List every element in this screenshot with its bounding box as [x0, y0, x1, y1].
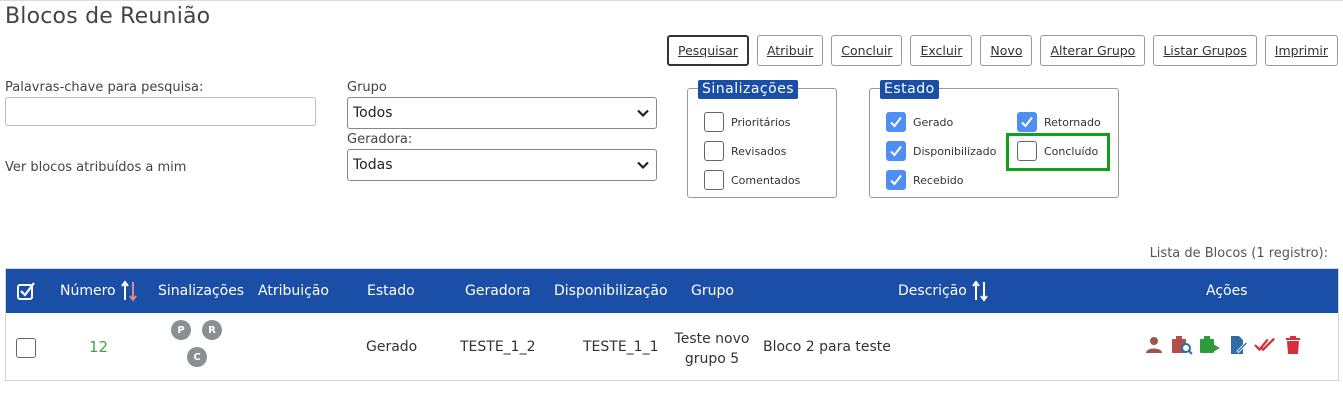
status-disponibilizado-label: Disponibilizado — [913, 144, 997, 158]
row-checkbox[interactable] — [16, 338, 36, 358]
status-retornado[interactable]: Retornado — [1017, 112, 1101, 132]
check-icon — [890, 174, 902, 186]
header-actions: Ações — [1206, 283, 1248, 299]
row-group: Teste novo grupo 5 — [674, 331, 750, 367]
checkbox-checked[interactable] — [886, 112, 906, 132]
row-status: Gerado — [366, 339, 418, 355]
select-all-icon — [17, 282, 35, 300]
sign-block-icon[interactable] — [1199, 334, 1221, 356]
toolbar: Pesquisar Atribuir Concluir Excluir Novo… — [667, 35, 1338, 66]
group-label: Grupo — [347, 80, 387, 95]
conclude-button[interactable]: Concluir — [831, 35, 903, 66]
top-divider — [0, 0, 1343, 1]
generator-select-value: Todas — [353, 157, 393, 173]
status-recebido-label: Recebido — [913, 173, 964, 187]
generator-label: Geradora: — [347, 132, 413, 147]
flag-badge-p[interactable]: P — [171, 320, 191, 340]
row-number-link[interactable]: 12 — [89, 338, 108, 356]
status-gerado[interactable]: Gerado — [886, 112, 953, 132]
checkbox-checked[interactable] — [886, 141, 906, 161]
delete-button[interactable]: Excluir — [910, 35, 973, 66]
change-group-button[interactable]: Alterar Grupo — [1040, 35, 1146, 66]
check-icon — [890, 145, 902, 157]
flag-prioritarios[interactable]: Prioritários — [704, 112, 790, 132]
group-select-value: Todos — [353, 105, 393, 121]
list-groups-button[interactable]: Listar Grupos — [1153, 35, 1257, 66]
row-availability: TESTE_1_1 — [583, 339, 659, 355]
status-recebido[interactable]: Recebido — [886, 170, 963, 190]
new-button[interactable]: Novo — [980, 35, 1033, 66]
status-retornado-label: Retornado — [1044, 115, 1101, 129]
conclude-check-icon[interactable] — [1254, 334, 1276, 356]
flag-revisados[interactable]: Revisados — [704, 141, 786, 161]
checkbox-checked[interactable] — [1017, 112, 1037, 132]
row-generator: TESTE_1_2 — [460, 339, 536, 355]
header-number-label: Número — [60, 283, 116, 299]
status-disponibilizado[interactable]: Disponibilizado — [886, 141, 996, 161]
checkbox[interactable] — [704, 141, 724, 161]
group-select[interactable]: Todos — [347, 97, 657, 129]
checkbox-checked[interactable] — [886, 170, 906, 190]
chevron-down-icon — [637, 161, 649, 170]
flag-badge-r[interactable]: R — [202, 320, 222, 340]
sort-icon — [120, 280, 137, 302]
assign-user-icon[interactable] — [1143, 334, 1165, 356]
header-group: Grupo — [691, 283, 734, 299]
header-assignment: Atribuição — [258, 283, 329, 299]
sort-icon — [972, 280, 988, 302]
header-generator: Geradora — [465, 283, 531, 299]
list-caption: Lista de Blocos (1 registro): — [1149, 246, 1328, 261]
header-flags: Sinalizações — [158, 283, 245, 299]
table-header: Número Sinalizações Atribuição Estado Ge… — [6, 269, 1338, 313]
blocks-table: Número Sinalizações Atribuição Estado Ge… — [5, 268, 1339, 381]
flags-fieldset: Sinalizações Prioritários Revisados Come… — [687, 80, 837, 198]
header-description[interactable]: Descrição — [898, 269, 989, 313]
header-description-label: Descrição — [898, 283, 967, 299]
chevron-down-icon — [637, 109, 649, 118]
keywords-label: Palavras-chave para pesquisa: — [5, 80, 204, 95]
print-button[interactable]: Imprimir — [1264, 35, 1338, 66]
flag-prioritarios-label: Prioritários — [731, 115, 791, 129]
checkbox[interactable] — [704, 170, 724, 190]
check-icon — [1021, 116, 1033, 128]
edit-document-icon[interactable] — [1227, 334, 1249, 356]
select-all-checkbox[interactable] — [16, 269, 36, 313]
flag-revisados-label: Revisados — [731, 144, 787, 158]
header-status: Estado — [367, 283, 415, 299]
assigned-to-me-link[interactable]: Ver blocos atribuídos a mim — [5, 160, 186, 175]
status-gerado-label: Gerado — [913, 115, 954, 129]
flags-legend: Sinalizações — [698, 80, 799, 99]
flag-comentados-label: Comentados — [731, 173, 801, 187]
flag-badge-c[interactable]: C — [187, 347, 207, 367]
view-documents-icon[interactable] — [1171, 334, 1193, 356]
checkbox[interactable] — [704, 112, 724, 132]
keywords-input[interactable] — [5, 97, 316, 126]
status-legend: Estado — [880, 80, 939, 99]
header-availability: Disponibilização — [554, 283, 668, 299]
header-number[interactable]: Número — [60, 269, 138, 313]
trash-icon[interactable] — [1282, 334, 1304, 356]
highlight-box — [1006, 133, 1110, 171]
page-title: Blocos de Reunião — [5, 4, 211, 29]
search-button[interactable]: Pesquisar — [667, 35, 749, 66]
flag-comentados[interactable]: Comentados — [704, 170, 800, 190]
assign-button[interactable]: Atribuir — [756, 35, 824, 66]
row-description: Bloco 2 para teste — [763, 339, 891, 355]
generator-select[interactable]: Todas — [347, 149, 657, 181]
check-icon — [890, 116, 902, 128]
